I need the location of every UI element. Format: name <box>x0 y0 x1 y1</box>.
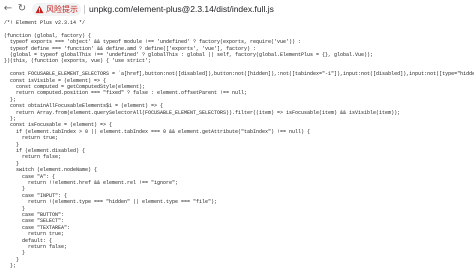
code-line: return !(element.type === "hidden" || el… <box>4 199 218 206</box>
code-line: return Array.from(element.querySelectorA… <box>4 109 401 116</box>
security-warning-label: 风险提示 <box>46 4 78 14</box>
code-line: }; <box>4 263 17 268</box>
code-line: /*! Element Plus v2.3.14 */ <box>4 20 86 26</box>
security-warning-chip[interactable]: 风险提示 <box>32 2 81 16</box>
address-bar-url[interactable]: unpkg.com/element-plus@2.3.14/dist/index… <box>89 2 274 16</box>
warning-triangle-icon <box>35 5 44 13</box>
code-line: })(this, (function (exports, vue) { 'use… <box>4 58 152 65</box>
back-arrow-icon[interactable]: ← <box>2 2 14 16</box>
browser-window: ← ↻ 风险提示 unpkg.com/element-plus@2.3.14/d… <box>0 0 474 268</box>
browser-toolbar: ← ↻ 风险提示 unpkg.com/element-plus@2.3.14/d… <box>0 0 474 18</box>
source-code-view: /*! Element Plus v2.3.14 */(function (gl… <box>0 18 474 268</box>
url-divider <box>84 4 85 14</box>
refresh-icon[interactable]: ↻ <box>16 2 28 16</box>
code-line: return computed.position === "fixed" ? f… <box>4 90 248 97</box>
code-line: return !!element.href && element.rel !==… <box>4 180 179 186</box>
